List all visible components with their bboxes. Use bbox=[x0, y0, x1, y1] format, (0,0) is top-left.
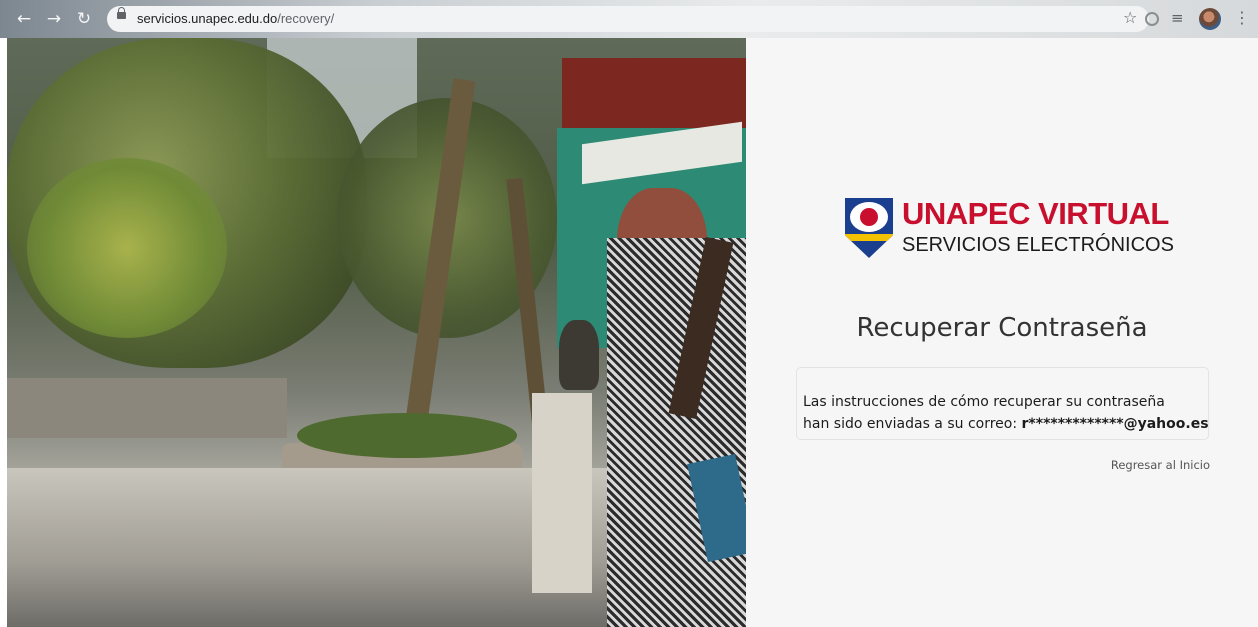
url-path: /recovery/ bbox=[277, 11, 335, 26]
star-icon[interactable]: ☆ bbox=[1123, 8, 1137, 28]
shield-icon bbox=[845, 198, 893, 258]
recovery-panel: UNAPEC VIRTUAL SERVICIOS ELECTRÓNICOS Re… bbox=[746, 38, 1258, 627]
reload-icon[interactable]: ↻ bbox=[74, 9, 94, 29]
profile-avatar[interactable] bbox=[1199, 8, 1221, 30]
lock-icon bbox=[117, 7, 126, 19]
playlist-icon[interactable]: ≡ bbox=[1171, 8, 1184, 28]
back-arrow-icon[interactable]: ← bbox=[14, 9, 34, 29]
back-to-home-link[interactable]: Regresar al Inicio bbox=[1111, 458, 1210, 472]
confirmation-message-box: Las instrucciones de cómo recuperar su c… bbox=[796, 367, 1209, 440]
brand-name: UNAPEC VIRTUAL bbox=[902, 196, 1169, 231]
brand-subtitle: SERVICIOS ELECTRÓNICOS bbox=[902, 234, 1174, 256]
message-line-1: Las instrucciones de cómo recuperar su c… bbox=[803, 394, 1165, 410]
message-line-2: han sido enviadas a su correo: bbox=[803, 416, 1022, 432]
browser-toolbar: ← → ↻ servicios.unapec.edu.do/recovery/ … bbox=[0, 0, 1258, 38]
masked-email: r*************@yahoo.es bbox=[1021, 416, 1209, 432]
campus-photo bbox=[7, 38, 746, 627]
forward-arrow-icon[interactable]: → bbox=[44, 9, 64, 29]
menu-icon[interactable]: ⋮ bbox=[1234, 8, 1250, 28]
url-text[interactable]: servicios.unapec.edu.do/recovery/ bbox=[137, 11, 334, 26]
unapec-logo: UNAPEC VIRTUAL SERVICIOS ELECTRÓNICOS bbox=[845, 196, 1174, 262]
url-host: servicios.unapec.edu.do bbox=[137, 11, 278, 26]
address-bar[interactable]: servicios.unapec.edu.do/recovery/ bbox=[107, 6, 1149, 32]
page-title: Recuperar Contraseña bbox=[856, 313, 1148, 344]
extension-icon[interactable] bbox=[1145, 12, 1159, 26]
confirmation-message: Las instrucciones de cómo recuperar su c… bbox=[803, 391, 1213, 435]
